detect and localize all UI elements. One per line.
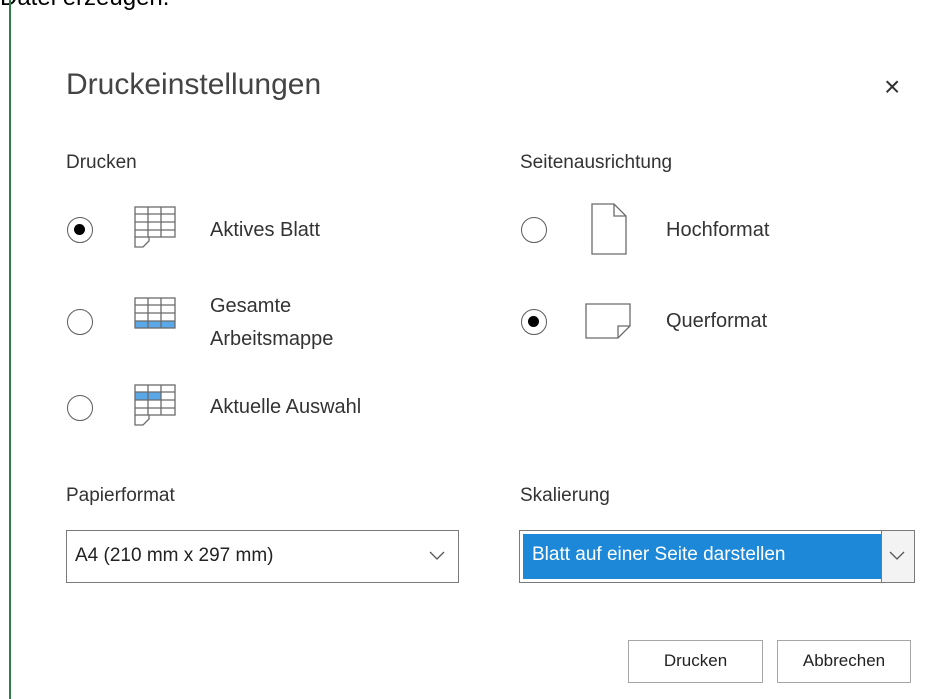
orientation-section-label: Seitenausrichtung xyxy=(520,152,673,173)
cancel-button[interactable]: Abbrechen xyxy=(777,640,911,683)
portrait-page-icon xyxy=(591,203,627,255)
radio-portrait[interactable] xyxy=(521,217,547,243)
print-button[interactable]: Drucken xyxy=(628,640,763,683)
scaling-label: Skalierung xyxy=(520,485,610,506)
scaling-dropdown[interactable]: Blatt auf einer Seite darstellen xyxy=(519,530,915,583)
paper-format-value: A4 (210 mm x 297 mm) xyxy=(75,545,274,566)
chevron-down-icon xyxy=(429,551,445,560)
option-landscape-label: Querformat xyxy=(666,310,768,332)
landscape-page-icon xyxy=(585,303,631,339)
sheet-border xyxy=(9,0,11,699)
active-sheet-icon xyxy=(134,206,176,248)
close-icon[interactable]: × xyxy=(884,71,900,103)
radio-whole-workbook[interactable] xyxy=(67,309,93,335)
radio-active-sheet[interactable] xyxy=(67,217,93,243)
background-text: Datei erzeugen. xyxy=(0,0,169,12)
option-portrait-label: Hochformat xyxy=(666,219,770,241)
paper-format-label: Papierformat xyxy=(66,485,175,506)
whole-workbook-icon xyxy=(134,297,176,329)
radio-landscape[interactable] xyxy=(521,309,547,335)
current-selection-icon xyxy=(134,384,176,426)
print-section-label: Drucken xyxy=(66,152,137,173)
scaling-value: Blatt auf einer Seite darstellen xyxy=(532,544,786,565)
option-whole-workbook-label-line2: Arbeitsmappe xyxy=(210,328,334,350)
radio-current-selection[interactable] xyxy=(67,395,93,421)
dialog-title: Druckeinstellungen xyxy=(66,68,322,101)
option-whole-workbook-label-line1: Gesamte xyxy=(210,295,292,317)
chevron-down-icon xyxy=(889,551,905,560)
option-current-selection-label: Aktuelle Auswahl xyxy=(210,396,362,418)
paper-format-dropdown[interactable]: A4 (210 mm x 297 mm) xyxy=(66,530,459,583)
option-active-sheet-label: Aktives Blatt xyxy=(210,219,321,241)
